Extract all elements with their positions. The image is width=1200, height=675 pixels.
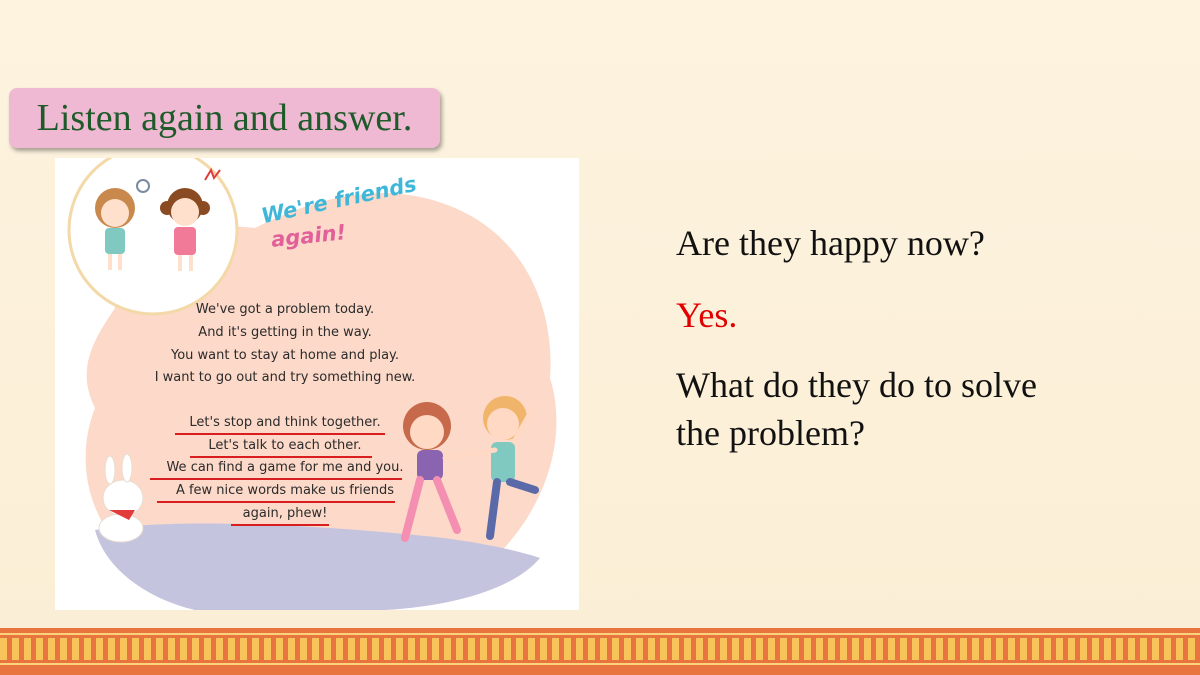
red-underline-1 xyxy=(175,433,385,435)
slide-title: Listen again and answer. xyxy=(36,97,413,139)
poem-line-4: I want to go out and try something new. xyxy=(154,370,416,385)
answer-1: Yes. xyxy=(676,295,738,335)
poem-underlined-line-2: Let's talk to each other. xyxy=(208,438,362,453)
red-underline-5 xyxy=(231,524,329,526)
question-2-line-2: the problem? xyxy=(676,413,865,453)
poem-underlined-line-3: We can find a game for me and you. xyxy=(166,460,404,475)
poem-text-area: We're friends again! We've got a problem… xyxy=(55,158,579,610)
poem-underlined-line-1: Let's stop and think together. xyxy=(189,415,381,430)
poem-illustration: We're friends again! We've got a problem… xyxy=(55,158,579,610)
poem-underlined-line-5: again, phew! xyxy=(242,506,328,521)
decorative-bottom-border xyxy=(0,628,1200,675)
red-underline-2 xyxy=(190,456,372,458)
slide-title-box: Listen again and answer. xyxy=(9,88,440,148)
question-2-line-1: What do they do to solve xyxy=(676,365,1037,405)
red-underline-3 xyxy=(150,478,402,480)
red-underline-4 xyxy=(157,501,395,503)
poem-heading-line2: again! xyxy=(269,220,348,252)
poem-line-2: And it's getting in the way. xyxy=(198,325,372,340)
poem-underlined-line-4: A few nice words make us friends xyxy=(175,483,395,498)
poem-line-1: We've got a problem today. xyxy=(195,302,375,317)
poem-line-3: You want to stay at home and play. xyxy=(170,348,400,363)
question-1: Are they happy now? xyxy=(676,223,985,263)
